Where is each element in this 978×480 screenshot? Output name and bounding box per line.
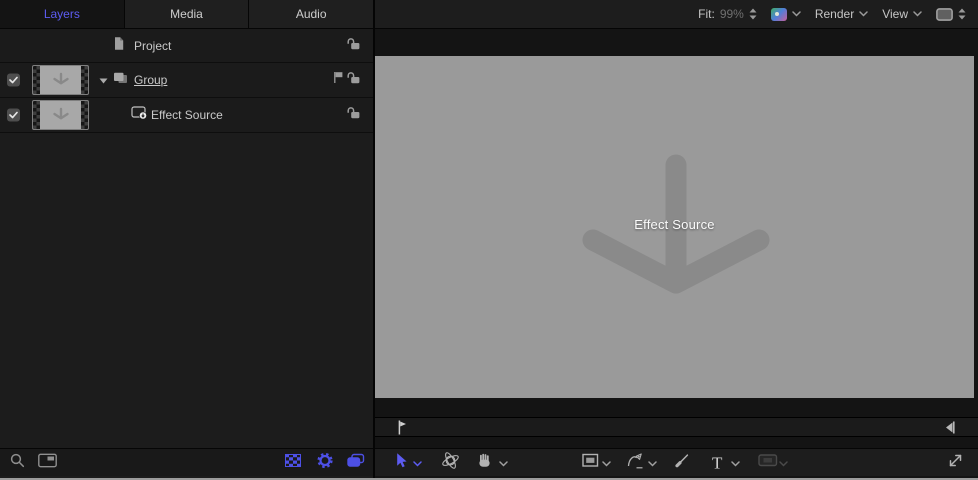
layer-checkbox[interactable] — [7, 109, 20, 122]
layer-thumbnail[interactable] — [32, 100, 89, 130]
bezier-tool-icon[interactable] — [627, 452, 646, 474]
canvas-toolbar: Fit: 99% Render View — [375, 0, 978, 29]
layer-thumbnail[interactable] — [32, 65, 89, 95]
flag-icon[interactable] — [333, 71, 344, 89]
preview-column-icon[interactable] — [38, 453, 57, 472]
unlock-icon[interactable] — [346, 106, 361, 124]
chevron-down-icon — [792, 11, 801, 17]
layers-panel: Layers Media Audio Project — [0, 0, 375, 478]
layer-checkbox[interactable] — [7, 74, 20, 87]
canvas-toolbar-bottom: T — [375, 448, 978, 476]
paint-stroke-icon[interactable] — [674, 452, 690, 473]
document-icon — [113, 36, 125, 55]
view-label: View — [882, 7, 908, 21]
expand-icon[interactable] — [947, 452, 964, 474]
arrow-preview-icon — [49, 108, 73, 123]
stepper-icon[interactable] — [749, 8, 757, 20]
filmstrip-edge — [33, 101, 40, 129]
zoom-value[interactable]: 99% — [720, 7, 744, 21]
layer-name[interactable]: Group — [134, 73, 167, 87]
search-icon[interactable] — [10, 453, 25, 473]
stepper-icon — [958, 8, 966, 20]
group-icon — [113, 71, 128, 89]
filmstrip-edge — [81, 66, 88, 94]
playhead-icon[interactable] — [397, 420, 407, 440]
zoom-control[interactable]: Fit: 99% — [698, 7, 757, 21]
filmstrip-edge — [33, 66, 40, 94]
timeline-scrubber[interactable] — [375, 417, 978, 437]
gear-icon[interactable] — [317, 452, 333, 473]
fit-label: Fit: — [698, 7, 715, 21]
checkerboard-icon[interactable] — [285, 454, 301, 472]
hand-tool-chevron-icon[interactable] — [499, 454, 508, 472]
unlock-icon[interactable] — [346, 37, 361, 55]
tab-audio[interactable]: Audio — [249, 0, 373, 28]
view-menu[interactable]: View — [882, 7, 922, 21]
layer-list: Project — [0, 29, 373, 133]
display-select[interactable] — [936, 8, 966, 21]
hand-icon[interactable] — [476, 452, 493, 474]
canvas-panel: Fit: 99% Render View — [375, 0, 978, 478]
image-insert-icon — [758, 454, 778, 472]
filmstrip-edge — [81, 101, 88, 129]
select-tool-chevron-icon[interactable] — [413, 454, 422, 472]
clone-layers-icon[interactable] — [347, 453, 365, 472]
layer-row-effect-source[interactable]: Effect Source — [0, 98, 373, 133]
layers-panel-footer — [0, 448, 373, 476]
layer-row-project[interactable]: Project — [0, 29, 373, 63]
effect-source-icon — [131, 105, 147, 125]
transform-3d-icon[interactable] — [441, 452, 460, 474]
image-insert-chevron-icon — [779, 454, 788, 472]
arrow-preview-icon — [49, 73, 73, 88]
chevron-down-icon — [859, 11, 868, 17]
bezier-tool-chevron-icon[interactable] — [648, 454, 657, 472]
text-tool-icon[interactable]: T — [712, 454, 722, 471]
render-menu[interactable]: Render — [815, 7, 868, 21]
disclosure-triangle-icon[interactable] — [99, 71, 108, 89]
tab-layers[interactable]: Layers — [0, 0, 125, 28]
layer-name[interactable]: Project — [134, 39, 171, 53]
display-icon — [936, 8, 953, 21]
canvas-stage[interactable]: Effect Source — [375, 56, 974, 398]
unlock-icon[interactable] — [346, 71, 361, 89]
motion-window: Layers Media Audio Project — [0, 0, 978, 480]
panel-tabbar: Layers Media Audio — [0, 0, 373, 29]
end-marker-icon[interactable] — [944, 421, 955, 439]
color-swatch-icon — [771, 8, 787, 21]
render-label: Render — [815, 7, 854, 21]
layer-name[interactable]: Effect Source — [151, 108, 223, 122]
chevron-down-icon — [913, 11, 922, 17]
select-arrow-icon[interactable] — [395, 452, 408, 473]
shape-tool-chevron-icon[interactable] — [602, 454, 611, 472]
stage-placeholder-label: Effect Source — [375, 217, 974, 232]
rectangle-tool-icon[interactable] — [582, 453, 599, 472]
text-tool-chevron-icon[interactable] — [731, 454, 740, 472]
channel-select[interactable] — [771, 8, 801, 21]
tab-media[interactable]: Media — [125, 0, 250, 28]
layer-row-group[interactable]: Group — [0, 63, 373, 98]
